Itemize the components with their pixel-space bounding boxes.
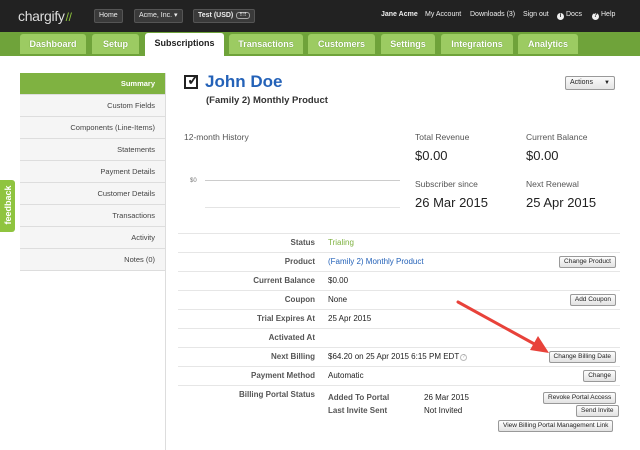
annotation-arrow-icon — [456, 300, 549, 353]
